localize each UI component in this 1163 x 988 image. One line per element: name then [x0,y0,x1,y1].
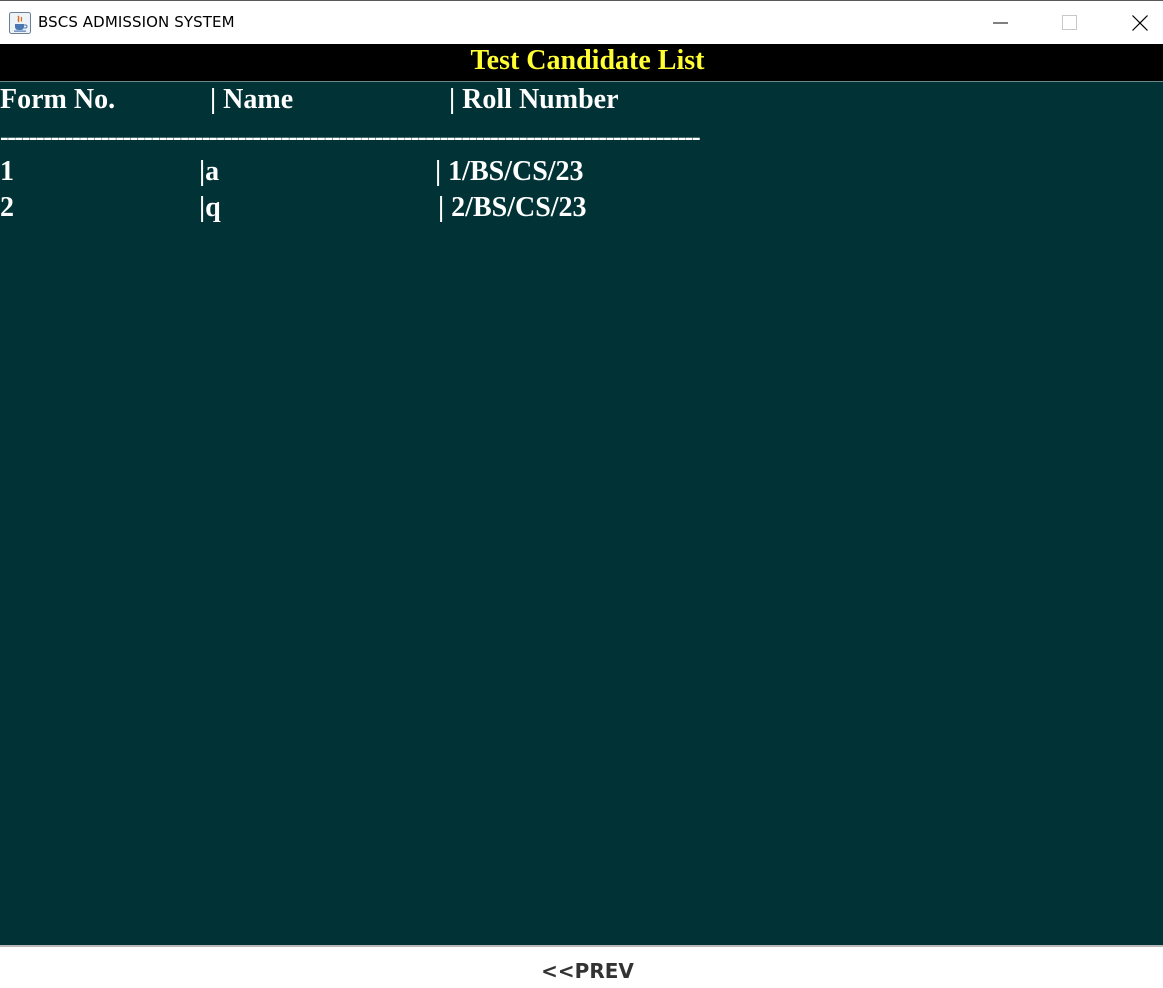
title-bar[interactable]: BSCS ADMISSION SYSTEM [0,0,1163,44]
roll-number-cell: | 1/BS/CS/23 [435,156,584,187]
column-header-name: | Name [210,84,294,115]
table-row: 1 |a | 1/BS/CS/23 [0,156,1163,192]
page-title: Test Candidate List [470,45,705,76]
header-divider: ----------------------------------------… [0,122,701,151]
minimize-button[interactable] [966,1,1036,44]
minimize-icon [993,22,1008,24]
list-header-row: Form No. | Name | Roll Number [0,84,1163,120]
prev-button[interactable]: <<PREV [530,956,645,986]
close-icon [1132,15,1148,31]
table-row: 2 |q | 2/BS/CS/23 [0,192,1163,228]
name-cell: |q [199,192,221,223]
maximize-button[interactable] [1035,1,1105,44]
app-window: BSCS ADMISSION SYSTEM Test Candidate Lis… [0,0,1163,988]
name-cell: |a [199,156,220,187]
roll-number-cell: | 2/BS/CS/23 [438,192,587,223]
window-title: BSCS ADMISSION SYSTEM [38,13,235,31]
column-header-form-no: Form No. [0,84,116,115]
java-cup-icon [9,12,31,34]
candidate-list-area[interactable]: Form No. | Name | Roll Number ----------… [0,81,1163,945]
close-button[interactable] [1105,1,1163,44]
header-strip: Test Candidate List [0,44,1163,81]
column-header-roll-number: | Roll Number [449,84,619,115]
form-no-cell: 1 [0,156,14,187]
form-no-cell: 2 [0,192,14,223]
maximize-icon [1062,15,1077,30]
footer-bar: <<PREV [0,947,1163,988]
